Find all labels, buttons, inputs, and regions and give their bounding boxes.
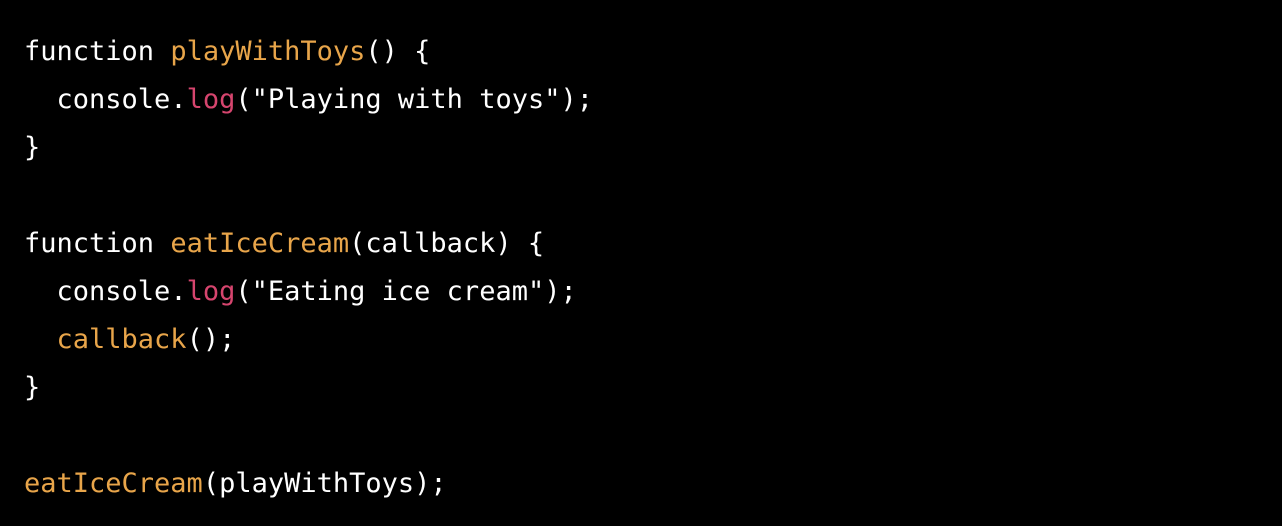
code-line: } <box>24 364 593 412</box>
code-token-plain: ("Eating ice cream"); <box>235 276 577 307</box>
code-token-plain: ("Playing with toys"); <box>235 84 593 115</box>
code-token-function-name: eatIceCream <box>170 228 350 259</box>
code-token-method: log <box>186 276 236 307</box>
code-token-function-name: callback <box>56 324 187 355</box>
code-token-plain: (callback) { <box>349 228 545 259</box>
code-token-plain: function <box>24 36 171 67</box>
code-token-plain: console <box>24 276 171 307</box>
code-token-plain: } <box>24 372 41 403</box>
code-token-plain: (); <box>186 324 236 355</box>
code-token-plain: () { <box>365 36 431 67</box>
code-token-method: log <box>186 84 236 115</box>
code-token-function-name: playWithToys <box>170 36 366 67</box>
code-token-plain: (playWithToys); <box>202 468 447 499</box>
code-line: function eatIceCream(callback) { <box>24 220 593 268</box>
code-token-plain: . <box>170 276 187 307</box>
code-token-plain: } <box>24 132 41 163</box>
code-line: function playWithToys() { <box>24 28 593 76</box>
code-token-plain: console <box>24 84 171 115</box>
code-block: function playWithToys() { console.log("P… <box>24 28 593 508</box>
code-line: callback(); <box>24 316 593 364</box>
code-line: console.log("Playing with toys"); <box>24 76 593 124</box>
code-line: eatIceCream(playWithToys); <box>24 460 593 508</box>
code-token-function-name: eatIceCream <box>24 468 203 499</box>
code-token-plain: . <box>170 84 187 115</box>
code-line: } <box>24 124 593 172</box>
code-line: console.log("Eating ice cream"); <box>24 268 593 316</box>
code-token-plain: function <box>24 228 171 259</box>
